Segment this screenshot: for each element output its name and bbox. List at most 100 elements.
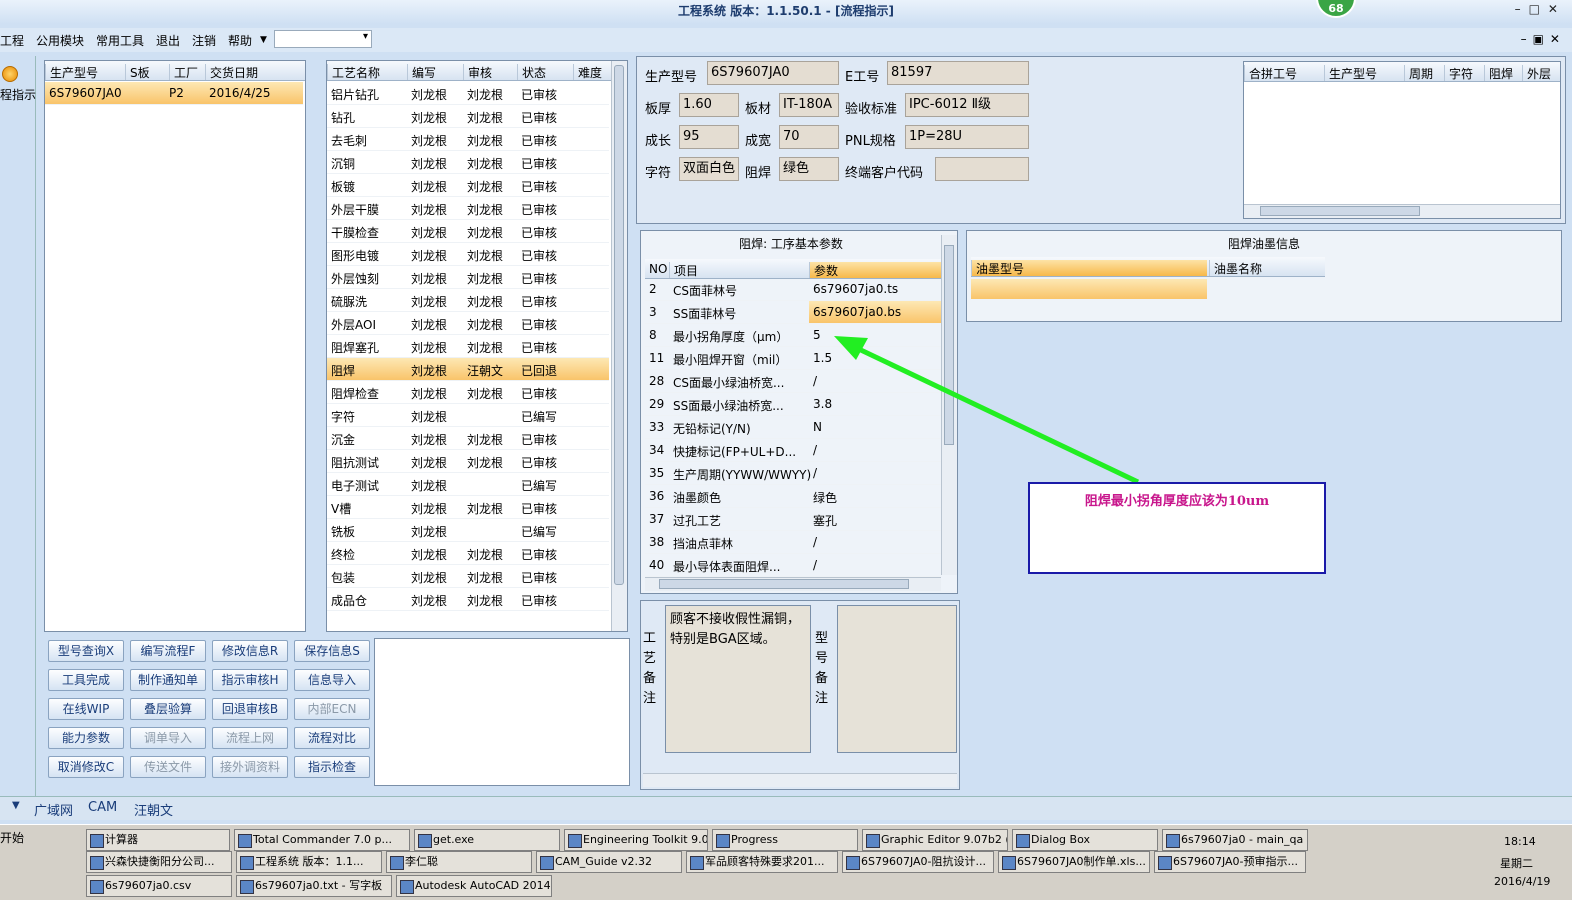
process-row[interactable]: 硫脲洗 刘龙根 刘龙根 已审核 bbox=[327, 289, 609, 312]
material-field[interactable]: IT-180A bbox=[779, 93, 839, 117]
start-button[interactable]: 开始 bbox=[0, 829, 24, 846]
e-field[interactable]: 81597 bbox=[887, 61, 1029, 85]
taskbar-item[interactable]: 计算器 bbox=[86, 829, 230, 851]
menu-project[interactable]: 工程 bbox=[0, 32, 24, 49]
col-param[interactable]: 参数 bbox=[809, 262, 941, 278]
process-row[interactable]: 沉金 刘龙根 刘龙根 已审核 bbox=[327, 427, 609, 450]
model-remark-text[interactable] bbox=[837, 605, 957, 753]
action-button[interactable]: 内部ECN bbox=[294, 698, 370, 720]
col-merge-cycle[interactable]: 周期 bbox=[1404, 65, 1433, 81]
process-row[interactable]: 成品仓 刘龙根 刘龙根 已审核 bbox=[327, 588, 609, 611]
customer-code-field[interactable] bbox=[935, 157, 1029, 181]
action-button[interactable]: 制作通知单 bbox=[130, 669, 206, 691]
action-button[interactable]: 保存信息S bbox=[294, 640, 370, 662]
process-row[interactable]: 铣板 刘龙根 已编写 bbox=[327, 519, 609, 542]
process-row[interactable]: 板镀 刘龙根 刘龙根 已审核 bbox=[327, 174, 609, 197]
taskbar-item[interactable]: 6s79607ja0 - main_qa bbox=[1162, 829, 1308, 851]
col-reviewer[interactable]: 审核 bbox=[463, 64, 492, 80]
process-row[interactable]: 阻焊检查 刘龙根 刘龙根 已审核 bbox=[327, 381, 609, 404]
remarks-hscroll[interactable] bbox=[643, 773, 957, 787]
help-dropdown-icon[interactable]: ▼ bbox=[260, 35, 267, 45]
action-button[interactable]: 指示审核H bbox=[212, 669, 288, 691]
action-button[interactable]: 信息导入 bbox=[294, 669, 370, 691]
col-item[interactable]: 项目 bbox=[669, 262, 698, 278]
col-difficulty[interactable]: 难度 bbox=[573, 64, 602, 80]
col-merge-model[interactable]: 生产型号 bbox=[1324, 65, 1377, 81]
menu-tools[interactable]: 常用工具 bbox=[96, 32, 144, 49]
taskbar-item[interactable]: 6S79607JA0制作单.xls... bbox=[998, 851, 1150, 873]
length-field[interactable]: 95 bbox=[679, 125, 739, 149]
col-ink-model[interactable]: 油墨型号 bbox=[971, 260, 1207, 276]
param-row[interactable]: 2 CS面菲林号 6s79607ja0.ts bbox=[645, 278, 941, 301]
thickness-field[interactable]: 1.60 bbox=[679, 93, 739, 117]
action-button[interactable]: 编写流程F bbox=[130, 640, 206, 662]
process-row[interactable]: 终检 刘龙根 刘龙根 已审核 bbox=[327, 542, 609, 565]
taskbar-item[interactable]: Progress bbox=[712, 829, 858, 851]
params-hscroll[interactable] bbox=[645, 577, 941, 591]
menu-exit[interactable]: 退出 bbox=[156, 32, 180, 49]
toolbar-combo[interactable] bbox=[274, 30, 372, 48]
action-button[interactable]: 传送文件 bbox=[130, 756, 206, 778]
ink-row[interactable] bbox=[971, 279, 1207, 299]
col-process-name[interactable]: 工艺名称 bbox=[327, 64, 380, 80]
taskbar-item[interactable]: Graphic Editor 9.07b2 (... bbox=[862, 829, 1008, 851]
process-row[interactable]: 沉铜 刘龙根 刘龙根 已审核 bbox=[327, 151, 609, 174]
taskbar-item[interactable]: 6s79607ja0.txt - 写字板 bbox=[236, 875, 392, 897]
col-date[interactable]: 交货日期 bbox=[205, 64, 258, 80]
window-controls[interactable]: –□✕ bbox=[1515, 2, 1566, 16]
param-value[interactable]: 6s79607ja0.bs bbox=[809, 301, 941, 323]
param-row[interactable]: 40 最小导体表面阻焊... / bbox=[645, 554, 941, 577]
param-value[interactable]: / bbox=[809, 531, 941, 553]
col-status[interactable]: 状态 bbox=[517, 64, 546, 80]
standard-field[interactable]: IPC-6012 Ⅱ级 bbox=[905, 93, 1029, 117]
taskbar-item[interactable]: 6S79607JA0-阻抗设计... bbox=[842, 851, 994, 873]
col-merge-char[interactable]: 字符 bbox=[1444, 65, 1473, 81]
mdi-controls[interactable]: –▣✕ bbox=[1521, 32, 1566, 46]
process-row[interactable]: 字符 刘龙根 已编写 bbox=[327, 404, 609, 427]
col-merge-mask[interactable]: 阻焊 bbox=[1484, 65, 1513, 81]
col-author[interactable]: 编写 bbox=[407, 64, 436, 80]
action-button[interactable]: 回退审核B bbox=[212, 698, 288, 720]
menu-logout[interactable]: 注销 bbox=[192, 32, 216, 49]
taskbar-item[interactable]: Autodesk AutoCAD 2014... bbox=[396, 875, 552, 897]
pnl-field[interactable]: 1P=28U bbox=[905, 125, 1029, 149]
taskbar-item[interactable]: 6S79607JA0-预审指示... bbox=[1154, 851, 1306, 873]
sidebar-label[interactable]: 程指示 bbox=[0, 86, 36, 103]
action-button[interactable]: 指示检查 bbox=[294, 756, 370, 778]
action-button[interactable]: 取消修改C bbox=[48, 756, 124, 778]
col-s[interactable]: S板 bbox=[125, 64, 150, 80]
process-row[interactable]: V槽 刘龙根 刘龙根 已审核 bbox=[327, 496, 609, 519]
action-button[interactable]: 能力参数 bbox=[48, 727, 124, 749]
process-row[interactable]: 图形电镀 刘龙根 刘龙根 已审核 bbox=[327, 243, 609, 266]
process-row[interactable]: 外层AOI 刘龙根 刘龙根 已审核 bbox=[327, 312, 609, 335]
taskbar-item[interactable]: 兴森快捷衡阳分公司... bbox=[86, 851, 232, 873]
mask-field[interactable]: 绿色 bbox=[779, 157, 839, 181]
action-button[interactable]: 工具完成 bbox=[48, 669, 124, 691]
process-row[interactable]: 去毛刺 刘龙根 刘龙根 已审核 bbox=[327, 128, 609, 151]
process-row[interactable]: 阻焊 刘龙根 汪朝文 已回退 bbox=[327, 358, 609, 381]
param-row[interactable]: 38 挡油点菲林 / bbox=[645, 531, 941, 554]
col-merge-no[interactable]: 合拼工号 bbox=[1244, 65, 1297, 81]
menu-common-module[interactable]: 公用模块 bbox=[36, 32, 84, 49]
taskbar-item[interactable]: 军品顾客特殊要求201... bbox=[686, 851, 838, 873]
param-value[interactable]: / bbox=[809, 554, 941, 576]
action-button[interactable]: 型号查询X bbox=[48, 640, 124, 662]
action-button[interactable]: 在线WIP bbox=[48, 698, 124, 720]
action-button[interactable]: 流程对比 bbox=[294, 727, 370, 749]
process-row[interactable]: 铝片钻孔 刘龙根 刘龙根 已审核 bbox=[327, 82, 609, 105]
taskbar-item[interactable]: Dialog Box bbox=[1012, 829, 1158, 851]
process-row[interactable]: 阻抗测试 刘龙根 刘龙根 已审核 bbox=[327, 450, 609, 473]
taskbar-item[interactable]: 工程系统 版本：1.1... bbox=[236, 851, 382, 873]
process-remark-text[interactable]: 顾客不接收假性漏铜，特别是BGA区域。 bbox=[665, 605, 811, 753]
char-field[interactable]: 双面白色 bbox=[679, 157, 739, 181]
process-icon[interactable] bbox=[2, 66, 18, 82]
param-row[interactable]: 37 过孔工艺 塞孔 bbox=[645, 508, 941, 531]
col-no[interactable]: NO bbox=[645, 262, 667, 278]
col-merge-outer[interactable]: 外层 bbox=[1522, 65, 1551, 81]
process-row[interactable]: 阻焊塞孔 刘龙根 刘龙根 已审核 bbox=[327, 335, 609, 358]
process-scrollbar[interactable] bbox=[611, 61, 627, 631]
param-value[interactable]: 6s79607ja0.ts bbox=[809, 278, 941, 300]
taskbar-item[interactable]: Total Commander 7.0 p... bbox=[234, 829, 410, 851]
action-button[interactable]: 修改信息R bbox=[212, 640, 288, 662]
action-button[interactable]: 接外调资料 bbox=[212, 756, 288, 778]
